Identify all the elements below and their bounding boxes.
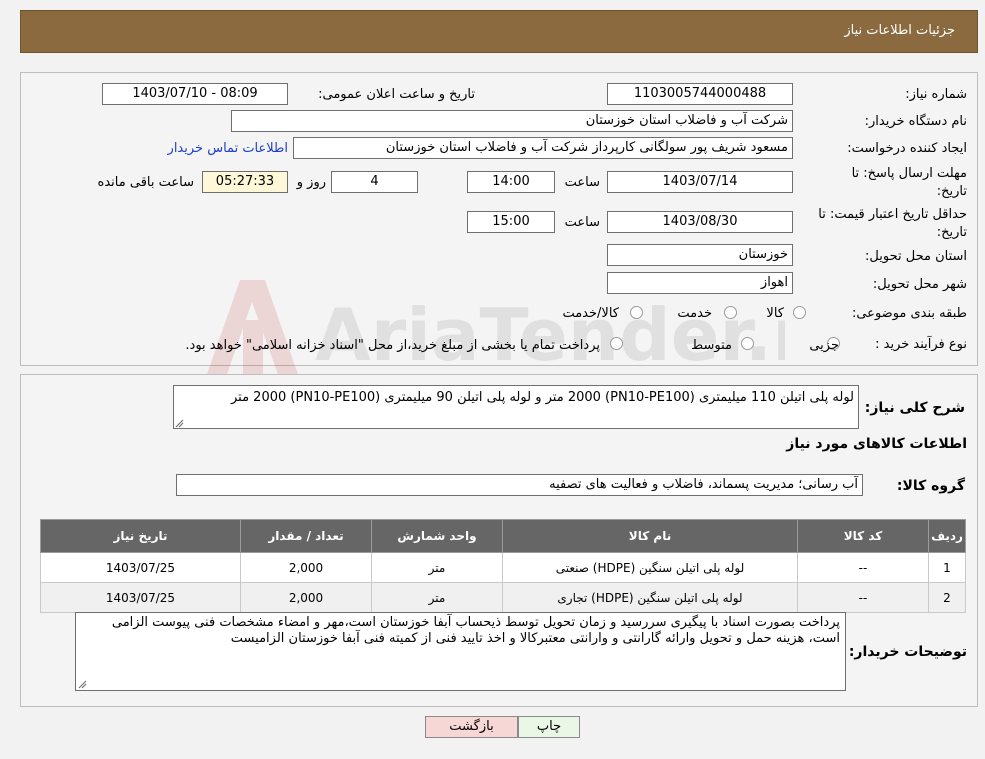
remaining-time-field: 05:27:33 [202, 171, 288, 193]
row-number: 2 [928, 582, 966, 613]
category-goods-service-label: کالا/خدمت [562, 306, 619, 321]
row-number: 1 [928, 552, 966, 583]
notes-resize-icon[interactable] [77, 679, 87, 689]
item-quantity: 2,000 [240, 582, 372, 613]
buyer-notes-label: توضیحات خریدار: [848, 644, 967, 660]
item-need-date: 1403/07/25 [40, 552, 241, 583]
remaining-label: ساعت باقی مانده [97, 175, 194, 190]
page-header: جزئیات اطلاعات نیاز [20, 10, 978, 53]
category-goods-label: کالا [766, 306, 784, 321]
category-service-label: خدمت [677, 306, 712, 321]
item-unit: متر [371, 582, 503, 613]
description-resize-icon[interactable] [174, 418, 184, 428]
process-note: پرداخت تمام یا بخشی از مبلغ خرید،از محل … [185, 338, 600, 353]
item-name: لوله پلی اتیلن سنگین (HDPE) صنعتی [502, 552, 798, 583]
item-quantity: 2,000 [240, 552, 372, 583]
process-minor-label: جزیی [809, 338, 839, 353]
creator-field: مسعود شریف پور سولگانی کارپرداز شرکت آب … [293, 137, 793, 159]
process-medium-label: متوسط [691, 338, 732, 353]
item-need-date: 1403/07/25 [40, 582, 241, 613]
category-radio-goods[interactable] [793, 306, 806, 319]
buyer-notes-text: پرداخت بصورت اسناد با پیگیری سررسید و زم… [111, 615, 840, 646]
goods-group-label: گروه کالا: [896, 478, 965, 494]
need-number-field: 1103005744000488 [607, 83, 793, 105]
buyer-contact-link[interactable]: اطلاعات تماس خریدار [168, 141, 288, 156]
print-button[interactable]: چاپ [518, 716, 580, 738]
description-label: شرح کلی نیاز: [864, 400, 965, 416]
reply-deadline-label-2: تاریخ: [936, 184, 967, 199]
days-field: 4 [331, 171, 418, 193]
process-radio-medium[interactable] [741, 337, 754, 350]
page-title: جزئیات اطلاعات نیاز [844, 23, 955, 38]
col-name: نام کالا [502, 519, 798, 553]
buyer-org-field: شرکت آب و فاضلاب استان خوزستان [231, 110, 793, 132]
item-code: -- [797, 552, 929, 583]
description-field: لوله پلی اتیلن 110 میلیمتری (PN10-PE100)… [173, 385, 859, 429]
province-label: استان محل تحویل: [865, 249, 967, 264]
announce-field: 1403/07/10 - 08:09 [102, 83, 288, 105]
table-row: 2 -- لوله پلی اتیلن سنگین (HDPE) تجاری م… [40, 582, 966, 613]
announce-label: تاریخ و ساعت اعلان عمومی: [318, 87, 475, 102]
city-label: شهر محل تحویل: [872, 277, 967, 292]
reply-time-field: 14:00 [467, 171, 555, 193]
validity-time-field: 15:00 [467, 211, 555, 233]
need-number-label: شماره نیاز: [905, 87, 967, 102]
city-field: اهواز [607, 272, 793, 294]
validity-label: حداقل تاریخ اعتبار قیمت: تا [818, 207, 967, 222]
creator-label: ایجاد کننده درخواست: [847, 141, 967, 156]
province-field: خوزستان [607, 244, 793, 266]
table-row: 1 -- لوله پلی اتیلن سنگین (HDPE) صنعتی م… [40, 552, 966, 583]
buyer-org-label: نام دستگاه خریدار: [864, 114, 967, 129]
goods-group-field: آب رسانی؛ مدیریت پسماند، فاضلاب و فعالیت… [176, 474, 863, 496]
col-code: کد کالا [797, 519, 929, 553]
goods-table-header: ردیف کد کالا نام کالا واحد شمارش تعداد /… [40, 519, 966, 553]
back-button[interactable]: بازگشت [425, 716, 518, 738]
validity-date-field: 1403/08/30 [607, 211, 793, 233]
col-row: ردیف [928, 519, 966, 553]
category-radio-goods-service[interactable] [630, 306, 643, 319]
buyer-notes-field: پرداخت بصورت اسناد با پیگیری سررسید و زم… [75, 612, 846, 691]
col-need-date: تاریخ نیاز [40, 519, 241, 553]
col-quantity: تعداد / مقدار [240, 519, 372, 553]
validity-time-label: ساعت [564, 215, 600, 230]
col-unit: واحد شمارش [371, 519, 503, 553]
reply-deadline-label: مهلت ارسال پاسخ: تا [851, 166, 967, 181]
process-label: نوع فرآیند خرید : [875, 337, 967, 352]
process-radio-treasury[interactable] [610, 337, 623, 350]
days-label: روز و [296, 175, 326, 190]
goods-table: ردیف کد کالا نام کالا واحد شمارش تعداد /… [40, 519, 966, 613]
category-radio-service[interactable] [724, 306, 737, 319]
reply-time-label: ساعت [564, 175, 600, 190]
reply-date-field: 1403/07/14 [607, 171, 793, 193]
goods-info-title: اطلاعات کالاهای مورد نیاز [786, 436, 967, 452]
item-code: -- [797, 582, 929, 613]
validity-label-2: تاریخ: [936, 225, 967, 240]
category-label: طبقه بندی موضوعی: [851, 306, 967, 321]
item-name: لوله پلی اتیلن سنگین (HDPE) تجاری [502, 582, 798, 613]
description-text: لوله پلی اتیلن 110 میلیمتری (PN10-PE100)… [230, 390, 854, 405]
item-unit: متر [371, 552, 503, 583]
